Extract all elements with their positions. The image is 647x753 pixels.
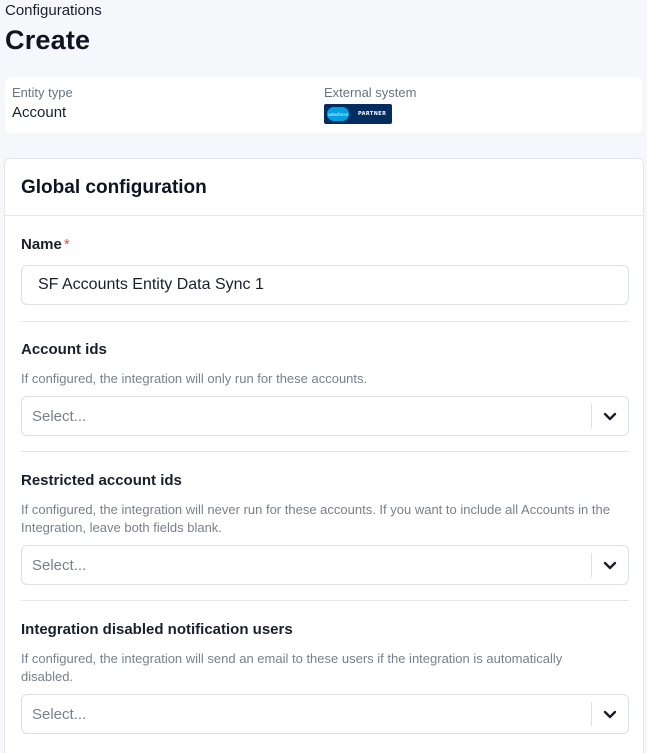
name-input[interactable] — [21, 265, 629, 305]
restricted-account-ids-label: Restricted account ids — [21, 472, 182, 489]
restricted-account-ids-help: If configured, the integration will neve… — [21, 502, 610, 535]
breadcrumb[interactable]: Configurations — [5, 2, 102, 19]
restricted-account-ids-placeholder: Select... — [32, 556, 87, 574]
page-title: Create — [5, 25, 91, 55]
notification-users-select[interactable]: Select... — [21, 694, 629, 734]
entity-type-label: Entity type — [12, 85, 73, 100]
field-divider — [21, 451, 629, 452]
entity-type-value: Account — [12, 104, 67, 121]
global-configuration-card: Global configuration Name* Account ids I… — [4, 158, 644, 753]
account-ids-help: If configured, the integration will only… — [21, 371, 368, 386]
entity-type-group: Entity type Account — [12, 85, 73, 121]
account-ids-label: Account ids — [21, 341, 107, 358]
field-divider — [21, 600, 629, 601]
restricted-account-ids-select[interactable]: Select... — [21, 545, 629, 585]
partner-text: PARTNER — [358, 111, 387, 117]
notification-users-label: Integration disabled notification users — [21, 621, 293, 638]
chevron-down-icon[interactable] — [592, 397, 628, 435]
account-ids-placeholder: Select... — [32, 407, 87, 425]
notification-users-help: If configured, the integration will send… — [21, 651, 563, 684]
external-system-group: External system salesforce PARTNER — [324, 85, 416, 124]
salesforce-cloud-icon: salesforce — [327, 107, 349, 121]
field-divider — [21, 321, 629, 322]
card-divider — [5, 215, 643, 216]
external-system-label: External system — [324, 85, 417, 100]
notification-users-placeholder: Select... — [32, 705, 87, 723]
section-title: Global configuration — [21, 177, 207, 198]
salesforce-partner-badge: salesforce PARTNER — [324, 104, 392, 124]
entity-info-card: Entity type Account External system sale… — [5, 77, 642, 133]
name-label: Name * — [21, 236, 70, 253]
name-label-text: Name — [21, 236, 62, 253]
account-ids-select[interactable]: Select... — [21, 396, 629, 436]
chevron-down-icon[interactable] — [592, 546, 628, 584]
required-mark: * — [63, 236, 70, 253]
chevron-down-icon[interactable] — [592, 695, 628, 733]
